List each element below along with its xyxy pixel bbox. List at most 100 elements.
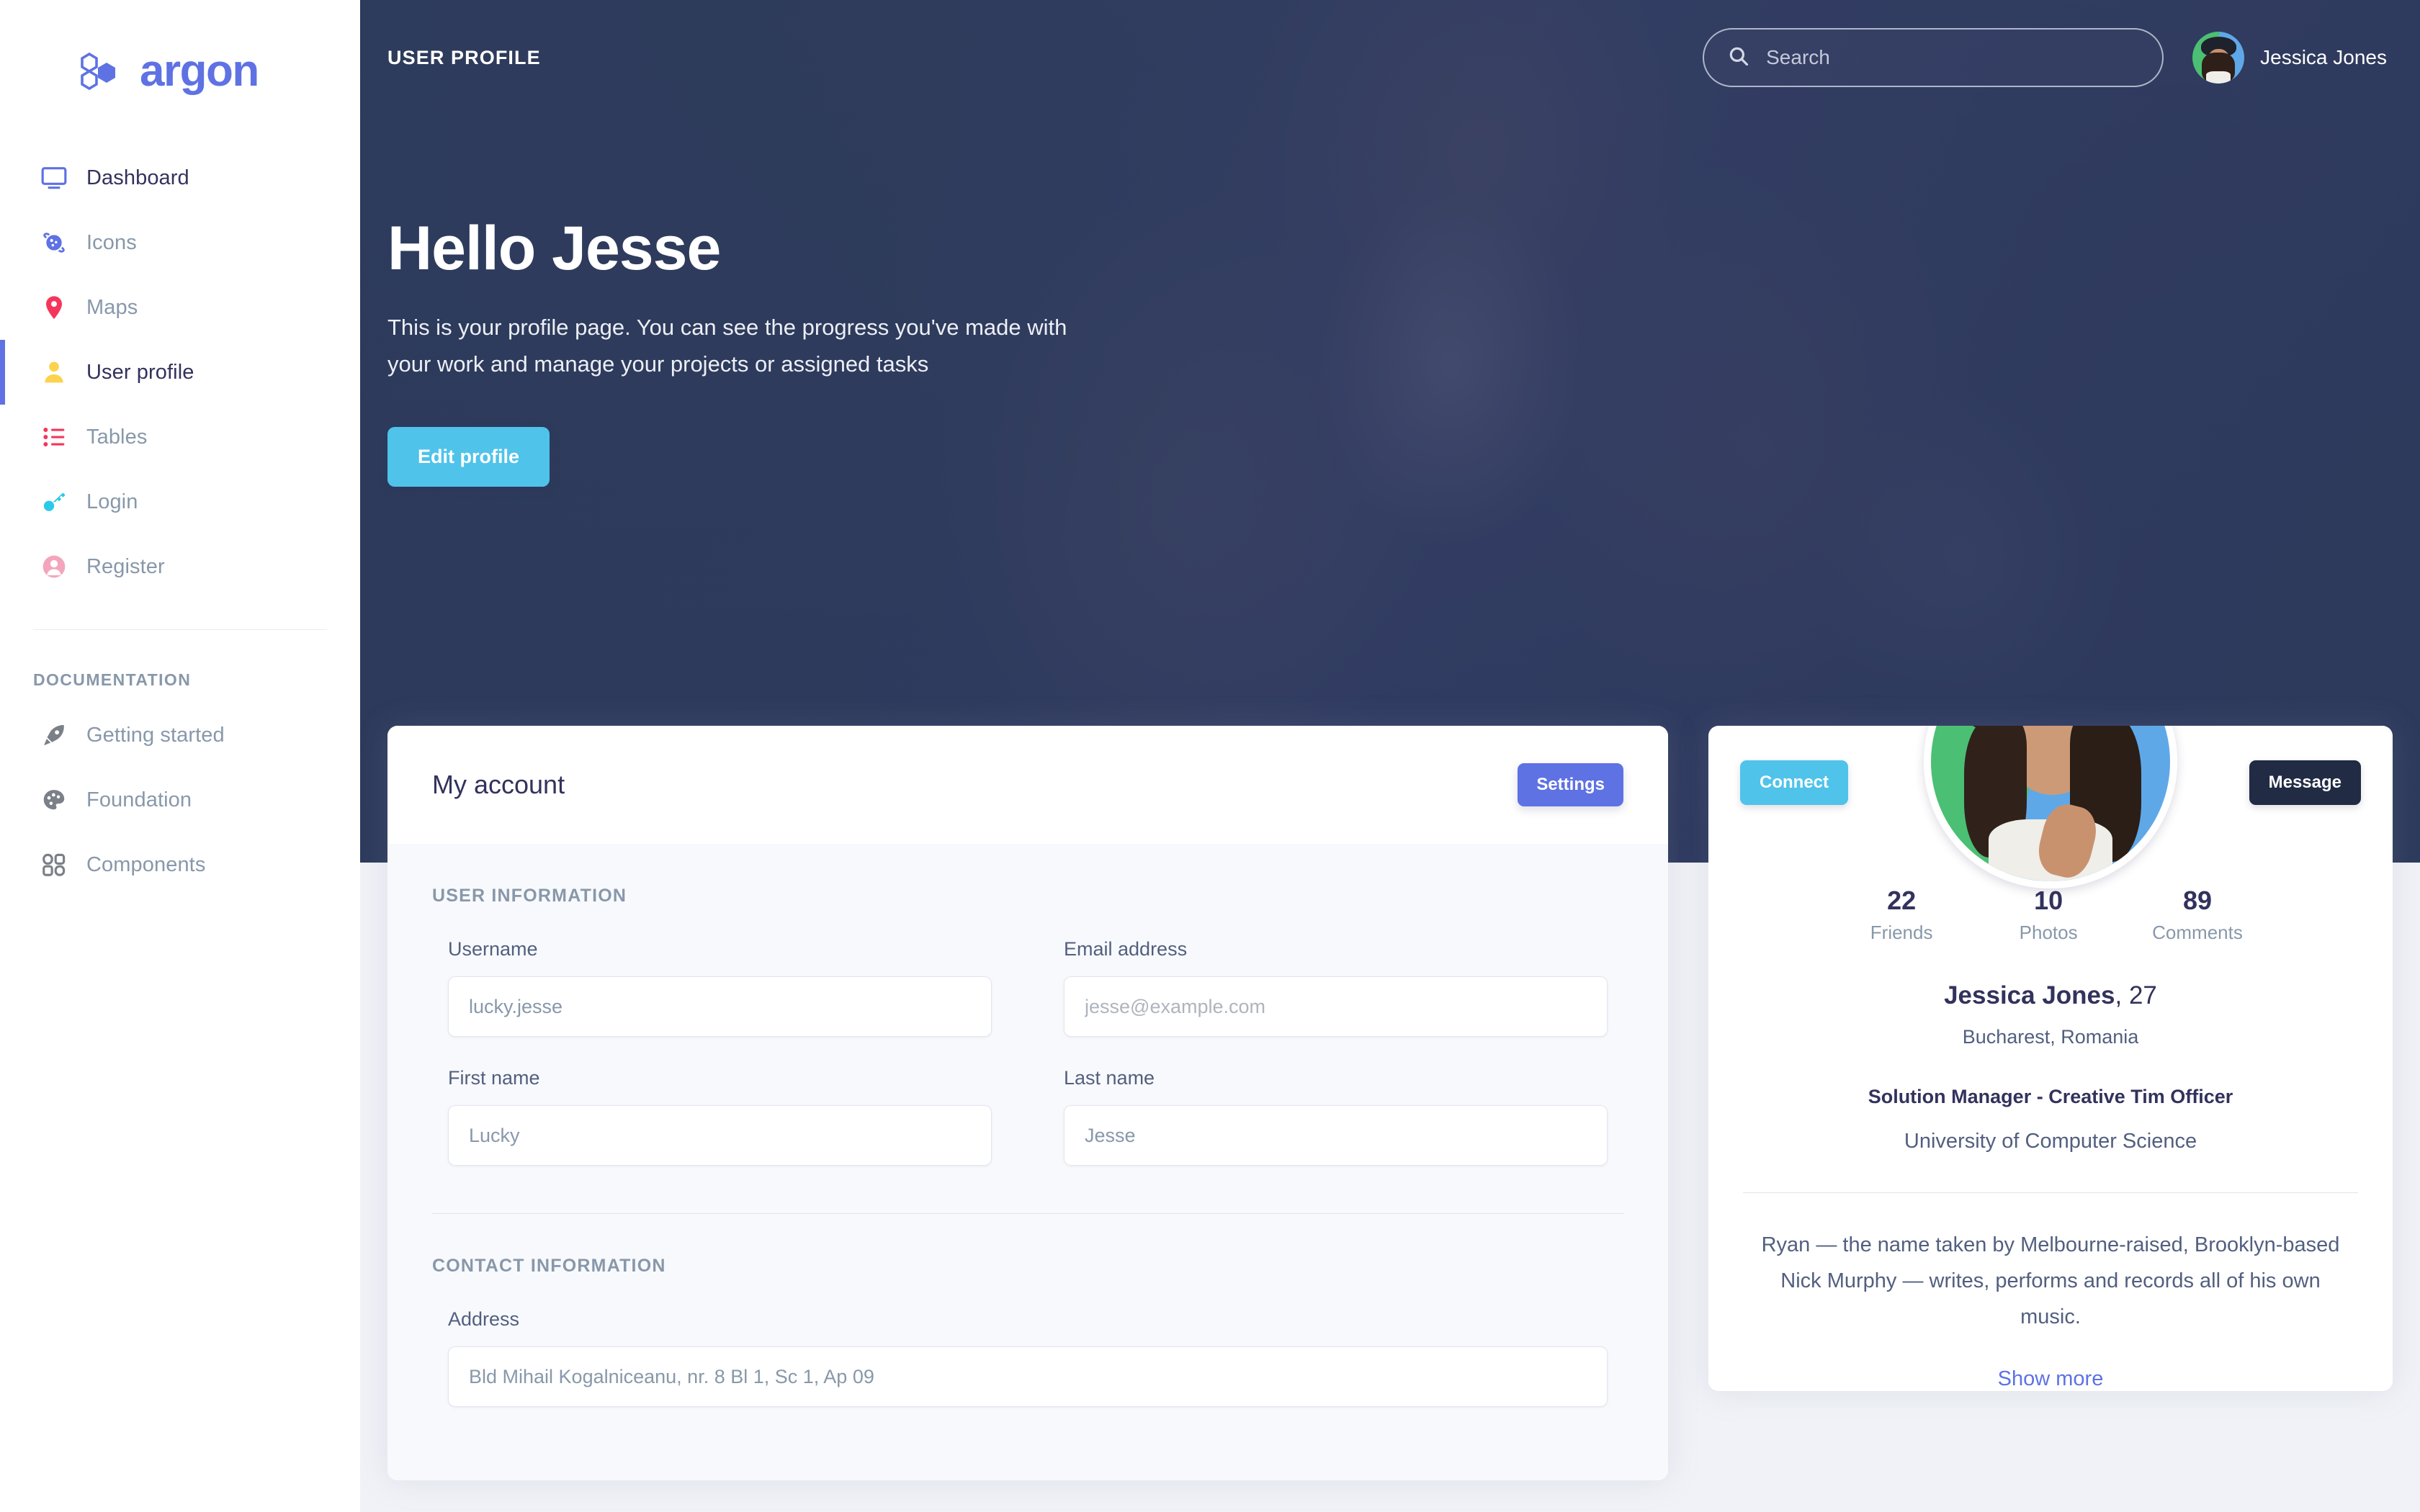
form-group-address: Address: [432, 1308, 1623, 1407]
last-name-input[interactable]: [1064, 1105, 1608, 1166]
first-name-input[interactable]: [448, 1105, 992, 1166]
content-row: My account Settings USER INFORMATION Use…: [387, 726, 2393, 1480]
user-circle-icon: [33, 552, 75, 581]
rocket-icon: [33, 721, 75, 749]
hexagon-cluster-icon: [79, 50, 124, 92]
stat-comments: 89 Comments: [2152, 886, 2243, 944]
sidebar-section-heading: DOCUMENTATION: [33, 670, 192, 689]
form-group-first-name: First name: [432, 1067, 1008, 1166]
label-address: Address: [448, 1308, 520, 1330]
sidebar-item-tables[interactable]: Tables: [0, 405, 360, 469]
stat-label: Friends: [1870, 922, 1933, 943]
stat-photos: 10 Photos: [2005, 886, 2092, 944]
sidebar-item-label: User profile: [86, 360, 194, 384]
label-last-name: Last name: [1064, 1067, 1155, 1089]
profile-school: University of Computer Science: [1904, 1130, 2197, 1153]
active-indicator: [0, 832, 5, 897]
sidebar-item-user-profile[interactable]: User profile: [0, 340, 360, 405]
stat-value: 89: [2182, 886, 2213, 915]
key-icon: [33, 487, 75, 516]
profile-job: Solution Manager - Creative Tim Officer: [1868, 1086, 2233, 1107]
stat-value: 22: [1887, 886, 1917, 915]
search-input[interactable]: [1766, 46, 2140, 69]
person-icon: [33, 358, 75, 387]
navbar-user[interactable]: Jessica Jones: [2192, 32, 2387, 84]
sidebar-item-register[interactable]: Register: [0, 534, 360, 599]
form-group-last-name: Last name: [1048, 1067, 1623, 1166]
sidebar-item-label: Dashboard: [86, 166, 189, 189]
email-input[interactable]: [1064, 976, 1608, 1037]
sidebar-item-components[interactable]: Components: [0, 832, 360, 897]
label-email: Email address: [1064, 938, 1188, 960]
monitor-icon: [33, 163, 75, 192]
address-input[interactable]: [448, 1346, 1608, 1407]
profile-name-line: Jessica Jones, 27: [1737, 981, 2364, 1010]
hero-title: Hello Jesse: [387, 214, 721, 283]
message-button[interactable]: Message: [2249, 760, 2361, 805]
sidebar-item-icons[interactable]: Icons: [0, 210, 360, 275]
active-indicator: [0, 469, 5, 534]
active-indicator: [0, 145, 5, 210]
card-body: USER INFORMATION Username Email address: [387, 844, 1668, 1480]
navbar-right-group: Jessica Jones: [1703, 28, 2387, 87]
stat-value: 10: [2034, 886, 2063, 915]
section-heading-contact-information: CONTACT INFORMATION: [432, 1256, 666, 1276]
form-group-username: Username: [432, 938, 1008, 1037]
navbar-username: Jessica Jones: [2260, 46, 2387, 68]
sidebar-item-label: Register: [86, 554, 165, 578]
profile-age: , 27: [2115, 981, 2157, 1009]
sidebar: argon Dashboard Icons Maps User profile …: [0, 0, 360, 1512]
card-header: My account Settings: [387, 726, 1668, 844]
sidebar-item-label: Foundation: [86, 788, 192, 811]
form-group-email: Email address: [1048, 938, 1623, 1037]
brand[interactable]: argon: [0, 0, 360, 108]
edit-profile-button[interactable]: Edit profile: [387, 426, 550, 487]
search-icon: [1727, 45, 1750, 71]
main-area: Hello Jesse This is your profile page. Y…: [360, 0, 2420, 1512]
active-indicator: [0, 210, 5, 275]
profile-bio: Ryan — the name taken by Melbourne-raise…: [1761, 1233, 2340, 1328]
hero-subtitle: This is your profile page. You can see t…: [387, 315, 1067, 377]
brand-name: argon: [140, 46, 259, 96]
active-indicator: [0, 405, 5, 469]
page-root: argon Dashboard Icons Maps User profile …: [0, 0, 2420, 1512]
section-heading-user-information: USER INFORMATION: [432, 886, 627, 906]
sidebar-item-label: Icons: [86, 230, 137, 254]
sidebar-item-label: Components: [86, 852, 206, 876]
avatar: [2192, 32, 2245, 84]
components-icon: [33, 851, 75, 878]
show-more-link[interactable]: Show more: [1708, 1367, 2393, 1391]
sidebar-item-maps[interactable]: Maps: [0, 275, 360, 340]
profile-info: Jessica Jones, 27 Bucharest, Romania Sol…: [1708, 944, 2393, 1153]
map-pin-icon: [33, 293, 75, 322]
active-indicator: [0, 534, 5, 599]
sidebar-item-label: Tables: [86, 425, 148, 449]
form-row: Username Email address: [432, 938, 1623, 1067]
sidebar-item-label: Login: [86, 490, 138, 513]
bullet-list-icon: [33, 423, 75, 451]
stat-friends: 22 Friends: [1858, 886, 1945, 944]
active-indicator: [0, 275, 5, 340]
settings-button[interactable]: Settings: [1518, 763, 1623, 806]
sidebar-item-label: Maps: [86, 295, 138, 319]
sidebar-item-label: Getting started: [86, 723, 225, 747]
search-box[interactable]: [1703, 28, 2164, 87]
sidebar-item-login[interactable]: Login: [0, 469, 360, 534]
label-username: Username: [448, 938, 538, 960]
sidebar-item-getting-started[interactable]: Getting started: [0, 703, 360, 768]
stat-label: Comments: [2152, 922, 2243, 943]
planet-icon: [33, 228, 75, 257]
label-first-name: First name: [448, 1067, 540, 1089]
stat-label: Photos: [2019, 922, 2078, 943]
sidebar-item-dashboard[interactable]: Dashboard: [0, 145, 360, 210]
username-input[interactable]: [448, 976, 992, 1037]
active-indicator: [0, 703, 5, 768]
page-title: USER PROFILE: [387, 46, 541, 68]
sidebar-item-foundation[interactable]: Foundation: [0, 768, 360, 832]
top-navbar: USER PROFILE Jessic: [360, 0, 2420, 115]
connect-button[interactable]: Connect: [1740, 760, 1848, 805]
sidebar-nav: Dashboard Icons Maps User profile Tables…: [0, 108, 360, 897]
profile-location: Bucharest, Romania: [1962, 1026, 2139, 1048]
profile-card: Connect Message 22 Friends 10 Photos 89 …: [1708, 726, 2393, 1391]
form-row: Address: [432, 1308, 1623, 1437]
